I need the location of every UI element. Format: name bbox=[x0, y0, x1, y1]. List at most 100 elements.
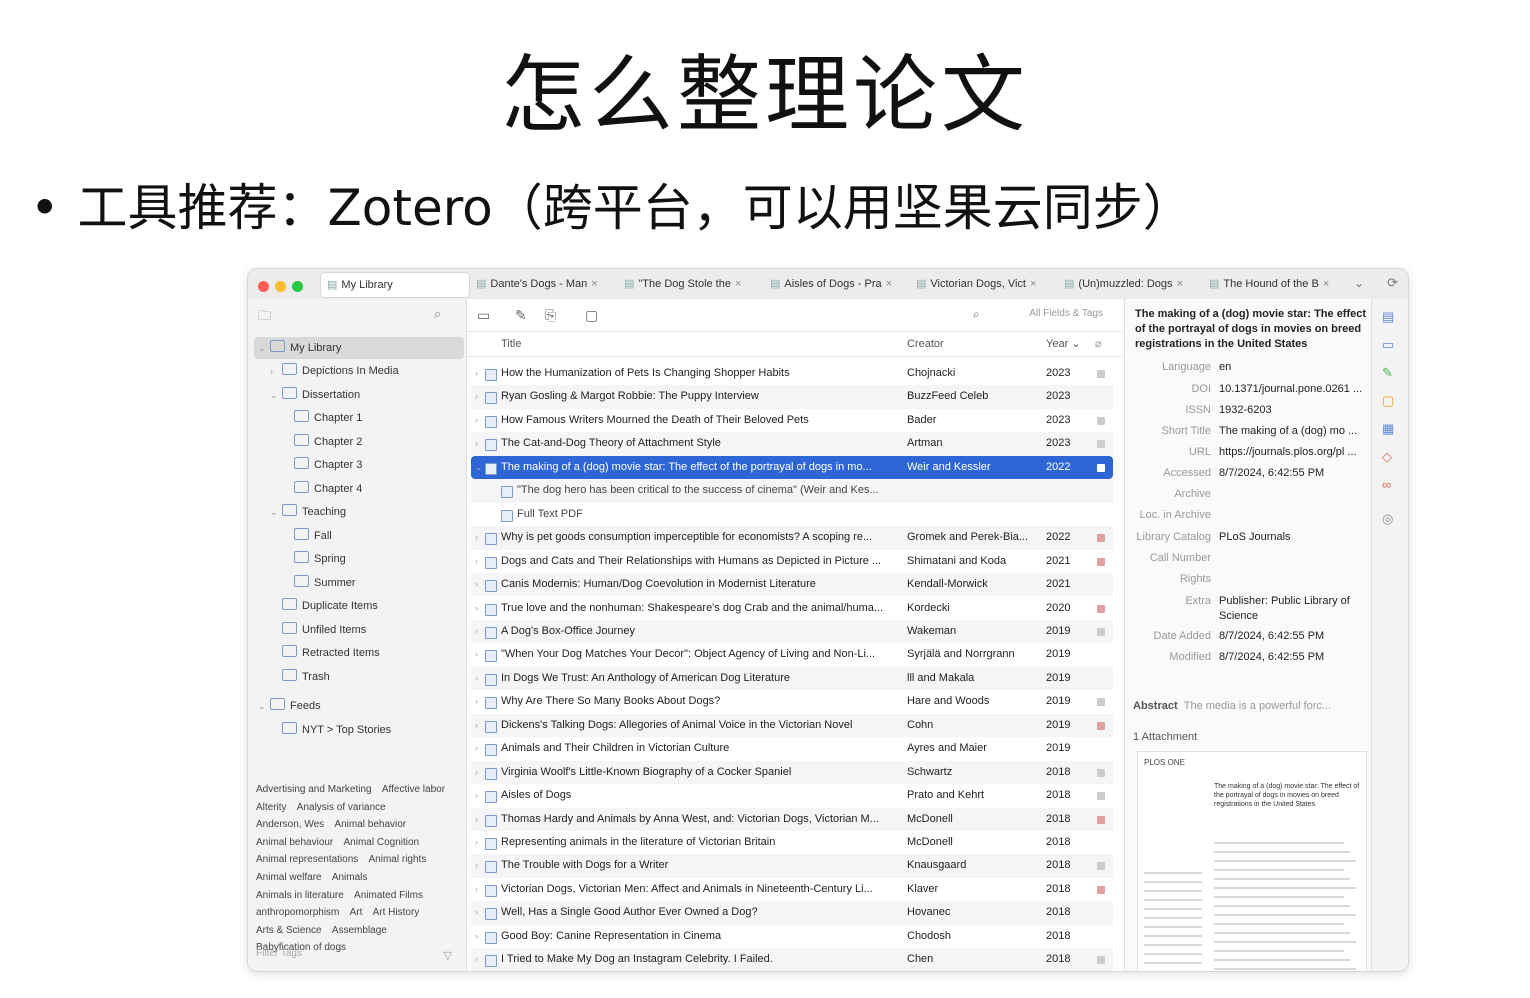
creator-column[interactable]: Creator bbox=[907, 332, 944, 356]
expand-icon[interactable]: › bbox=[475, 573, 478, 596]
twisty-icon[interactable]: › bbox=[270, 360, 282, 382]
attachment-preview[interactable]: PLOS ONE The making of a (dog) movie sta… bbox=[1137, 751, 1367, 971]
snapshot-attachment-icon[interactable] bbox=[1097, 627, 1105, 636]
tab-reader[interactable]: ▤ Aisles of Dogs - Pra × bbox=[764, 272, 906, 296]
snapshot-attachment-icon[interactable] bbox=[1097, 862, 1105, 871]
collection-item[interactable]: ⌄ Dissertation bbox=[254, 384, 476, 406]
twisty-icon[interactable]: ⌄ bbox=[270, 501, 282, 523]
tab-reader[interactable]: ▤ Victorian Dogs, Vict × bbox=[910, 272, 1054, 296]
snapshot-attachment-icon[interactable] bbox=[1097, 416, 1105, 425]
tags-icon[interactable]: ◇ bbox=[1382, 449, 1392, 465]
search-icon[interactable]: ⌕ bbox=[434, 306, 441, 322]
table-row[interactable]: › Why is pet goods consumption impercepti… bbox=[471, 526, 1113, 550]
info-icon[interactable]: ▤ bbox=[1382, 309, 1394, 325]
new-note-icon[interactable]: ▢ bbox=[585, 307, 598, 324]
table-row[interactable]: › Dickens's Talking Dogs: Allegories of A… bbox=[471, 713, 1113, 738]
twisty-icon[interactable]: ⌄ bbox=[258, 695, 270, 717]
field-value[interactable]: 8/7/2024, 6:42:55 PM bbox=[1219, 647, 1367, 668]
table-row[interactable]: › Thomas Hardy and Animals by Anna West, … bbox=[471, 807, 1113, 831]
abstract-section[interactable]: Abstract The media is a powerful forc... bbox=[1133, 696, 1365, 716]
field-value[interactable]: PLoS Journals bbox=[1219, 527, 1367, 548]
expand-icon[interactable]: ⌄ bbox=[475, 456, 483, 479]
table-row[interactable]: › In Dogs We Trust: An Anthology of Ameri… bbox=[471, 666, 1113, 691]
expand-icon[interactable]: › bbox=[475, 761, 478, 784]
expand-icon[interactable]: › bbox=[475, 690, 478, 713]
expand-icon[interactable]: › bbox=[475, 597, 478, 620]
table-row[interactable]: › Ryan Gosling & Margot Robbie: The Puppy… bbox=[471, 385, 1113, 409]
zoom-window-button[interactable] bbox=[292, 281, 303, 292]
close-tab-icon[interactable]: × bbox=[735, 278, 741, 290]
tag-item[interactable]: Art bbox=[350, 907, 363, 918]
expand-icon[interactable]: › bbox=[475, 925, 478, 948]
tag-item[interactable]: Animal behaviour bbox=[256, 837, 333, 848]
collection-item[interactable]: Duplicate Items bbox=[254, 595, 476, 617]
related-icon[interactable]: ∞ bbox=[1382, 477, 1391, 492]
table-row[interactable]: › The Cat-and-Dog Theory of Attachment St… bbox=[471, 432, 1113, 456]
close-tab-icon[interactable]: × bbox=[886, 278, 892, 290]
search-items-icon[interactable]: ⌕ bbox=[973, 307, 980, 322]
filter-tags-input[interactable]: Filter Tags bbox=[256, 945, 426, 963]
snapshot-attachment-icon[interactable] bbox=[1097, 792, 1105, 801]
add-attachment-icon[interactable]: ⎘ bbox=[545, 307, 556, 324]
tag-item[interactable]: Art History bbox=[373, 907, 420, 918]
magic-wand-icon[interactable]: ✎ bbox=[515, 307, 527, 324]
tab-reader[interactable]: ▤ Dante's Dogs - Man × bbox=[470, 272, 612, 296]
tabs-dropdown-icon[interactable]: ⌄ bbox=[1354, 276, 1364, 290]
tag-item[interactable]: Affective labor bbox=[382, 784, 445, 795]
table-row[interactable]: › The Trouble with Dogs for a Writer Knaus… bbox=[471, 854, 1113, 878]
attachment-row[interactable]: "The dog hero has been critical to the s… bbox=[471, 479, 1113, 503]
collection-item[interactable]: NYT > Top Stories bbox=[254, 719, 476, 741]
tag-item[interactable]: Assemblage bbox=[332, 925, 387, 936]
snapshot-attachment-icon[interactable] bbox=[1097, 956, 1105, 965]
collection-item[interactable]: Summer bbox=[254, 572, 488, 594]
field-value[interactable]: 1932-6203 bbox=[1219, 400, 1367, 421]
table-row[interactable]: › A Dog's Box-Office Journey Wakeman 2019 bbox=[471, 619, 1113, 644]
table-row[interactable]: › Aisles of Dogs Prato and Kehrt 2018 bbox=[471, 784, 1113, 807]
expand-icon[interactable]: › bbox=[475, 784, 478, 807]
table-row[interactable]: › Good Boy: Canine Representation in Cine… bbox=[471, 925, 1113, 948]
minimize-window-button[interactable] bbox=[275, 281, 286, 292]
table-row[interactable]: › Animals and Their Children in Victorian… bbox=[471, 737, 1113, 760]
libraries-icon[interactable]: ▦ bbox=[1382, 421, 1394, 437]
tab-reader[interactable]: ▤ "The Dog Stole the × bbox=[618, 272, 760, 296]
collection-item[interactable]: Chapter 3 bbox=[254, 454, 488, 476]
close-tab-icon[interactable]: × bbox=[591, 278, 597, 290]
snapshot-attachment-icon[interactable] bbox=[1097, 768, 1105, 777]
new-collection-icon[interactable]: 🗀 bbox=[258, 307, 271, 329]
pdf-attachment-icon[interactable] bbox=[1097, 557, 1105, 566]
expand-icon[interactable]: › bbox=[475, 737, 478, 760]
tag-filter-icon[interactable]: ▽ bbox=[444, 949, 452, 962]
field-value[interactable]: https://journals.plos.org/pl ... bbox=[1219, 442, 1367, 463]
field-value[interactable]: 8/7/2024, 6:42:55 PM bbox=[1219, 463, 1367, 484]
collection-item[interactable]: Trash bbox=[254, 666, 476, 688]
table-row[interactable]: › Dogs and Cats and Their Relationships w… bbox=[471, 550, 1113, 573]
tag-item[interactable]: Animal Cognition bbox=[344, 837, 420, 848]
notes-icon[interactable]: ▢ bbox=[1382, 393, 1394, 409]
table-row[interactable]: › How Famous Writers Mourned the Death of… bbox=[471, 409, 1113, 432]
sync-icon[interactable]: ⟳ bbox=[1387, 275, 1398, 291]
collection-item[interactable]: ⌄ Feeds bbox=[254, 695, 464, 717]
tag-item[interactable]: Animals bbox=[332, 872, 368, 883]
year-column[interactable]: Year ⌄ bbox=[1046, 332, 1081, 356]
snapshot-attachment-icon[interactable] bbox=[1097, 698, 1105, 707]
attachment-column-icon[interactable]: ⌀ bbox=[1095, 332, 1102, 356]
field-value[interactable]: 10.1371/journal.pone.0261 ... bbox=[1219, 379, 1367, 400]
table-row[interactable]: › How the Humanization of Pets Is Changin… bbox=[471, 362, 1113, 385]
expand-icon[interactable]: › bbox=[475, 854, 478, 877]
expand-icon[interactable]: › bbox=[475, 878, 478, 901]
expand-icon[interactable]: › bbox=[475, 550, 478, 573]
close-window-button[interactable] bbox=[258, 281, 269, 292]
tag-item[interactable]: Advertising and Marketing bbox=[256, 784, 372, 795]
field-value[interactable]: The making of a (dog) mo ... bbox=[1219, 421, 1367, 442]
table-row[interactable]: ⌄ The making of a (dog) movie star: The e… bbox=[471, 455, 1113, 480]
field-value[interactable]: 8/7/2024, 6:42:55 PM bbox=[1219, 626, 1367, 647]
tab-reader[interactable]: ▤ The Hound of the B × bbox=[1203, 272, 1343, 296]
collection-item[interactable]: Fall bbox=[254, 525, 488, 547]
collection-item[interactable]: › Depictions In Media bbox=[254, 360, 476, 382]
tag-item[interactable]: Animal welfare bbox=[256, 872, 322, 883]
tag-item[interactable]: Anderson, Wes bbox=[256, 819, 324, 830]
table-row[interactable]: › Virginia Woolf's Little-Known Biography… bbox=[471, 760, 1113, 785]
table-row[interactable]: › Canis Modernis: Human/Dog Coevolution i… bbox=[471, 573, 1113, 597]
tag-item[interactable]: Animal representations bbox=[256, 854, 358, 865]
expand-icon[interactable]: › bbox=[475, 667, 478, 690]
